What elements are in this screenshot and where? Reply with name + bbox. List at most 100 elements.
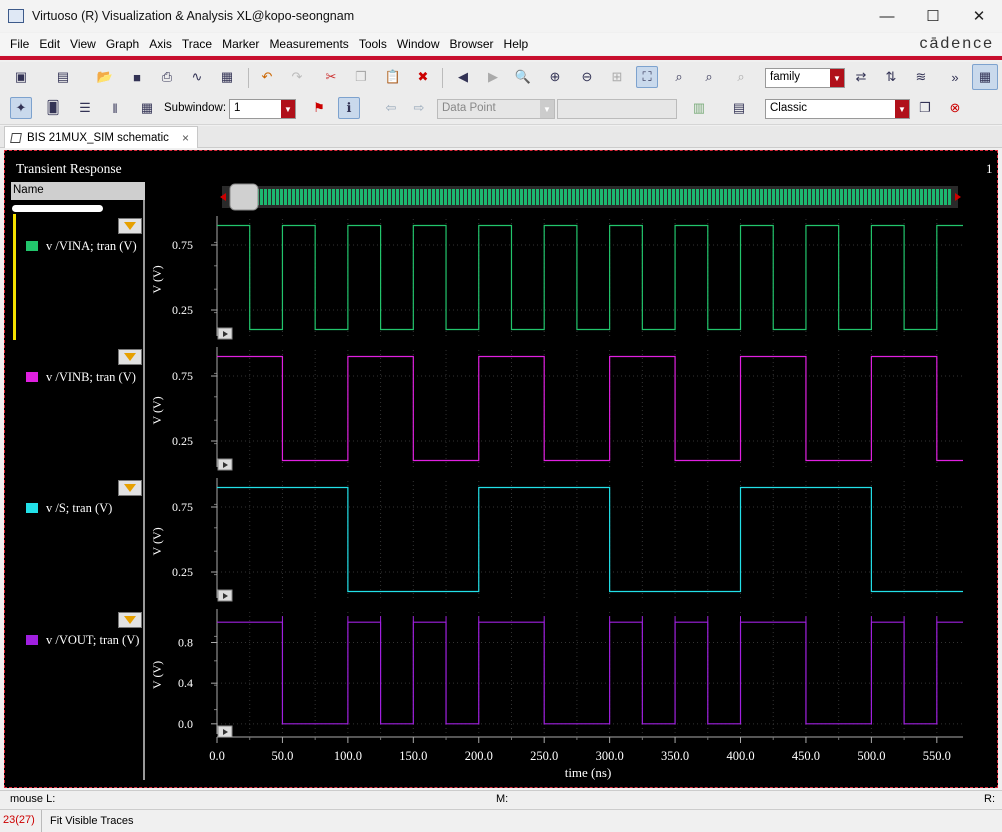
- scrollbar-overview-tick: [328, 189, 331, 205]
- waveform-trace[interactable]: [217, 621, 963, 725]
- scrollbar-overview-tick: [928, 189, 931, 205]
- scrollbar-overview-tick: [880, 189, 883, 205]
- scrollbar-overview-tick: [264, 189, 267, 205]
- scrollbar-overview-tick: [840, 189, 843, 205]
- x-tick-label: 200.0: [465, 749, 493, 763]
- scrollbar-overview-tick: [372, 189, 375, 205]
- scrollbar-overview-tick: [336, 189, 339, 205]
- scrollbar-overview-tick: [740, 189, 743, 205]
- scrollbar-overview-tick: [708, 189, 711, 205]
- scrollbar-overview-tick: [652, 189, 655, 205]
- scrollbar-overview-tick: [712, 189, 715, 205]
- x-tick-label: 0.0: [209, 749, 225, 763]
- scrollbar-overview-tick: [516, 189, 519, 205]
- scrollbar-overview-tick: [456, 189, 459, 205]
- scrollbar-overview-tick: [304, 189, 307, 205]
- scrollbar-overview-tick: [424, 189, 427, 205]
- waveform-trace[interactable]: [217, 224, 963, 331]
- scrollbar-overview-tick: [636, 189, 639, 205]
- scrollbar-overview-tick: [868, 189, 871, 205]
- scrollbar-overview-tick: [576, 189, 579, 205]
- waveform-trace[interactable]: [217, 486, 963, 593]
- scrollbar-overview-tick: [800, 189, 803, 205]
- scrollbar-overview-tick: [724, 189, 727, 205]
- scrollbar-overview-tick: [460, 189, 463, 205]
- scrollbar-overview-tick: [672, 189, 675, 205]
- scrollbar-overview-tick: [736, 189, 739, 205]
- scrollbar-overview-tick: [688, 189, 691, 205]
- scrollbar-overview-tick: [612, 189, 615, 205]
- scrollbar-overview-tick: [468, 189, 471, 205]
- scrollbar-overview-tick: [596, 189, 599, 205]
- scrollbar-overview-tick: [504, 189, 507, 205]
- scrollbar-overview-tick: [644, 189, 647, 205]
- y-tick-label: 0.25: [172, 303, 193, 317]
- waveform-strip: 0.8 0.4 0.0 V (V): [150, 609, 963, 738]
- scrollbar-overview-tick: [844, 189, 847, 205]
- message-bar: 23(27) Fit Visible Traces: [0, 809, 1002, 832]
- scrollbar-overview-tick: [280, 189, 283, 205]
- scrollbar-overview-tick: [500, 189, 503, 205]
- scrollbar-overview-tick: [660, 189, 663, 205]
- scrollbar-overview-tick: [648, 189, 651, 205]
- scrollbar-overview-tick: [860, 189, 863, 205]
- scrollbar-overview-tick: [668, 189, 671, 205]
- scrollbar-overview-tick: [680, 189, 683, 205]
- scrollbar-overview-tick: [316, 189, 319, 205]
- scrollbar-overview-tick: [392, 189, 395, 205]
- scrollbar-overview-tick: [792, 189, 795, 205]
- y-tick-label: 0.8: [178, 636, 193, 650]
- scrollbar-overview-tick: [780, 189, 783, 205]
- scrollbar-overview-tick: [472, 189, 475, 205]
- scrollbar-overview-tick: [856, 189, 859, 205]
- scrollbar-overview-tick: [296, 189, 299, 205]
- scrollbar-overview-tick: [816, 189, 819, 205]
- y-axis-label: V (V): [150, 265, 164, 293]
- x-axis: 0.0 50.0 100.0 150.0 200.0 250.0 300.0 350.0 400…: [209, 736, 963, 780]
- y-axis-label: V (V): [150, 396, 164, 424]
- y-tick-label: 0.0: [178, 717, 193, 731]
- scrollbar-thumb[interactable]: [229, 183, 259, 211]
- x-tick-label: 150.0: [399, 749, 427, 763]
- scrollbar-overview-tick: [452, 189, 455, 205]
- scrollbar-overview-tick: [608, 189, 611, 205]
- scrollbar-overview-tick: [892, 189, 895, 205]
- scrollbar-overview-tick: [760, 189, 763, 205]
- waveform-trace[interactable]: [217, 355, 963, 462]
- scrollbar-overview-tick: [552, 189, 555, 205]
- y-tick-label: 0.75: [172, 369, 193, 383]
- scrollbar-overview-tick: [864, 189, 867, 205]
- scrollbar-overview-tick: [492, 189, 495, 205]
- scrollbar-overview-tick: [356, 189, 359, 205]
- x-tick-label: 100.0: [334, 749, 362, 763]
- scrollbar-overview-tick: [876, 189, 879, 205]
- scrollbar-overview-tick: [312, 189, 315, 205]
- scrollbar-overview-tick: [820, 189, 823, 205]
- scrollbar-overview-tick: [700, 189, 703, 205]
- scrollbar-overview-tick: [364, 189, 367, 205]
- scrollbar-overview-tick: [744, 189, 747, 205]
- status-message: Fit Visible Traces: [50, 815, 134, 827]
- scrollbar-overview-tick: [480, 189, 483, 205]
- x-tick-label: 550.0: [923, 749, 951, 763]
- scrollbar-overview-tick: [524, 189, 527, 205]
- scrollbar-overview-tick: [624, 189, 627, 205]
- scrollbar-overview-tick: [824, 189, 827, 205]
- scrollbar-overview-tick: [656, 189, 659, 205]
- scrollbar-overview-tick: [412, 189, 415, 205]
- scrollbar-overview-tick: [920, 189, 923, 205]
- scrollbar-overview-tick: [560, 189, 563, 205]
- scrollbar-overview-tick: [872, 189, 875, 205]
- scrollbar-overview-tick: [440, 189, 443, 205]
- scrollbar-overview-tick: [340, 189, 343, 205]
- scrollbar-overview-tick: [380, 189, 383, 205]
- scrollbar-overview-tick: [396, 189, 399, 205]
- y-tick-label: 0.25: [172, 565, 193, 579]
- scrollbar-overview-tick: [632, 189, 635, 205]
- x-tick-label: 450.0: [792, 749, 820, 763]
- waveform-plot[interactable]: 0.750.25V (V)0.750.25V (V)0.750.25V (V)0…: [0, 0, 1002, 790]
- scrollbar-overview-tick: [704, 189, 707, 205]
- scrollbar-overview-tick: [540, 189, 543, 205]
- scrollbar-overview-tick: [572, 189, 575, 205]
- scrollbar-overview-tick: [320, 189, 323, 205]
